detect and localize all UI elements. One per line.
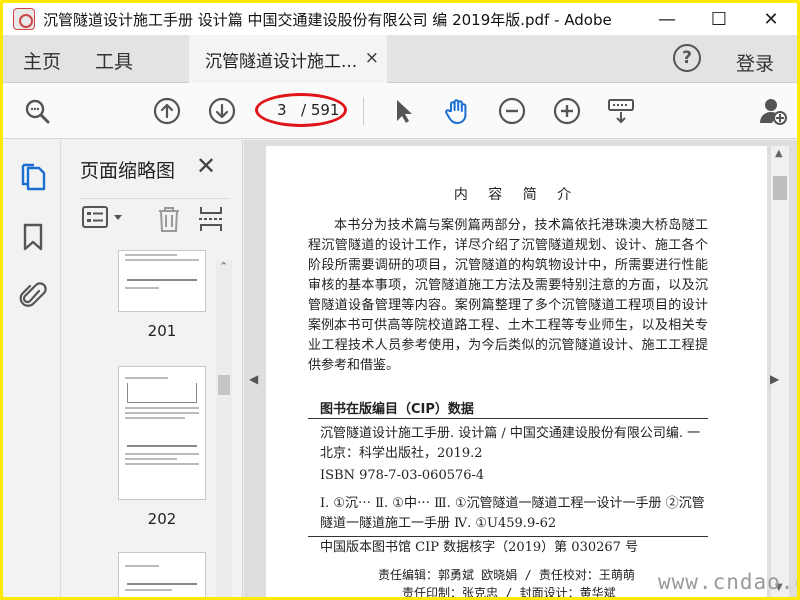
thumbnail-page[interactable] — [118, 366, 206, 500]
scroll-up-icon[interactable]: ⌃ — [219, 260, 228, 273]
attachment-icon[interactable] — [19, 280, 47, 310]
zoom-in-icon[interactable] — [553, 97, 581, 125]
help-button[interactable]: ? — [673, 44, 701, 72]
delete-icon[interactable] — [156, 205, 182, 233]
tab-home[interactable]: 主页 — [23, 47, 61, 74]
close-window-button[interactable]: ✕ — [745, 3, 797, 35]
tab-tools[interactable]: 工具 — [95, 47, 133, 74]
thumbnails-panel: 页面缩略图 ✕ 201 202 ⌃ — [62, 140, 243, 597]
options-menu-icon[interactable] — [82, 205, 126, 231]
cip-entry: 沉管隧道设计施工手册. 设计篇 / 中国交通建设股份有限公司编. 一北京：科学出… — [320, 426, 701, 461]
divider — [308, 536, 708, 537]
toolbar-divider — [363, 97, 364, 125]
close-panel-button[interactable]: ✕ — [196, 152, 216, 180]
watermark: www.cndao.com — [658, 570, 797, 594]
window-controls: — ☐ ✕ — [641, 3, 797, 35]
thumbnail-page[interactable] — [118, 250, 206, 312]
thumbnail-page-number: 201 — [147, 322, 177, 340]
highlight-annotation — [255, 93, 347, 127]
close-tab-button[interactable]: × — [365, 48, 379, 68]
divider — [308, 418, 708, 419]
scrollbar-thumb[interactable] — [773, 176, 787, 200]
page-down-icon[interactable] — [208, 97, 236, 125]
add-user-icon[interactable] — [759, 97, 787, 125]
app-window: 沉管隧道设计施工手册 设计篇 中国交通建设股份有限公司 编 2019年版.pdf… — [3, 3, 797, 597]
keyboard-scroll-icon[interactable] — [607, 97, 635, 125]
collapse-left-icon[interactable]: ◀ — [249, 372, 258, 386]
navigation-rail — [3, 140, 61, 597]
thumbnails-toolbar — [80, 198, 230, 234]
classification: Ⅰ. ①沉⋯ Ⅱ. ①中⋯ Ⅲ. ①沉管隧道一隧道工程一设计一手册 ②沉管隧道一… — [320, 496, 705, 531]
login-button[interactable]: 登录 — [736, 49, 774, 76]
toolbar: 3 / 591 — [3, 83, 797, 139]
editor-credit: 责任编辑：郭勇斌 欧晓娟 / 责任校对：王萌萌 — [378, 568, 635, 582]
page-heading: 内 容 简 介 — [453, 187, 580, 203]
thumbnail-page-number: 202 — [147, 510, 177, 528]
pointer-icon[interactable] — [389, 97, 417, 125]
cip-title: 图书在版编目（CIP）数据 — [320, 402, 474, 417]
window-title: 沉管隧道设计施工手册 设计篇 中国交通建设股份有限公司 编 2019年版.pdf… — [43, 10, 612, 29]
print-credit: 责任印制：张克忠 / 封面设计：黄华斌 — [402, 586, 616, 597]
zoom-search-icon[interactable] — [23, 97, 51, 125]
tab-document[interactable]: 沉管隧道设计施工... × — [189, 35, 387, 83]
isbn: ISBN 978-7-03-060576-4 — [320, 468, 485, 483]
pdf-page: 内 容 简 介 本书分为技术篇与案例篇两部分，技术篇依托港珠澳大桥岛隧工程沉管隧… — [266, 146, 767, 597]
hand-icon[interactable] — [443, 97, 471, 125]
scroll-up-icon[interactable]: ▲ — [775, 148, 783, 159]
document-viewer: ◀ 内 容 简 介 本书分为技术篇与案例篇两部分，技术篇依托港珠澳大桥岛隧工程沉… — [244, 140, 797, 597]
audience-paragraph: 本书可供高等院校道路工程、土木工程等专业师生，以及相关专业工程技术人员参考使用，… — [308, 318, 708, 373]
page-up-icon[interactable] — [153, 97, 181, 125]
title-bar: 沉管隧道设计施工手册 设计篇 中国交通建设股份有限公司 编 2019年版.pdf… — [3, 3, 797, 35]
page-thumbnails-icon[interactable] — [19, 162, 47, 192]
adobe-reader-icon — [13, 8, 35, 30]
extract-pages-icon[interactable] — [198, 205, 224, 233]
document-tab-label: 沉管隧道设计施工... — [205, 51, 358, 72]
thumbnails-scrollbar[interactable]: ⌃ — [216, 260, 232, 597]
thumbnails-title: 页面缩略图 — [80, 160, 176, 182]
cip-number: 中国版本图书馆 CIP 数据核字（2019）第 030267 号 — [320, 540, 639, 555]
zoom-out-icon[interactable] — [498, 97, 526, 125]
thumbnail-page[interactable] — [118, 552, 206, 597]
expand-right-icon[interactable]: ▶ — [770, 372, 779, 386]
minimize-button[interactable]: — — [641, 3, 693, 35]
maximize-button[interactable]: ☐ — [693, 3, 745, 35]
bookmark-icon[interactable] — [19, 222, 47, 252]
scrollbar-thumb[interactable] — [218, 375, 230, 395]
tab-bar: 主页 工具 沉管隧道设计施工... × ? 登录 — [3, 35, 797, 83]
